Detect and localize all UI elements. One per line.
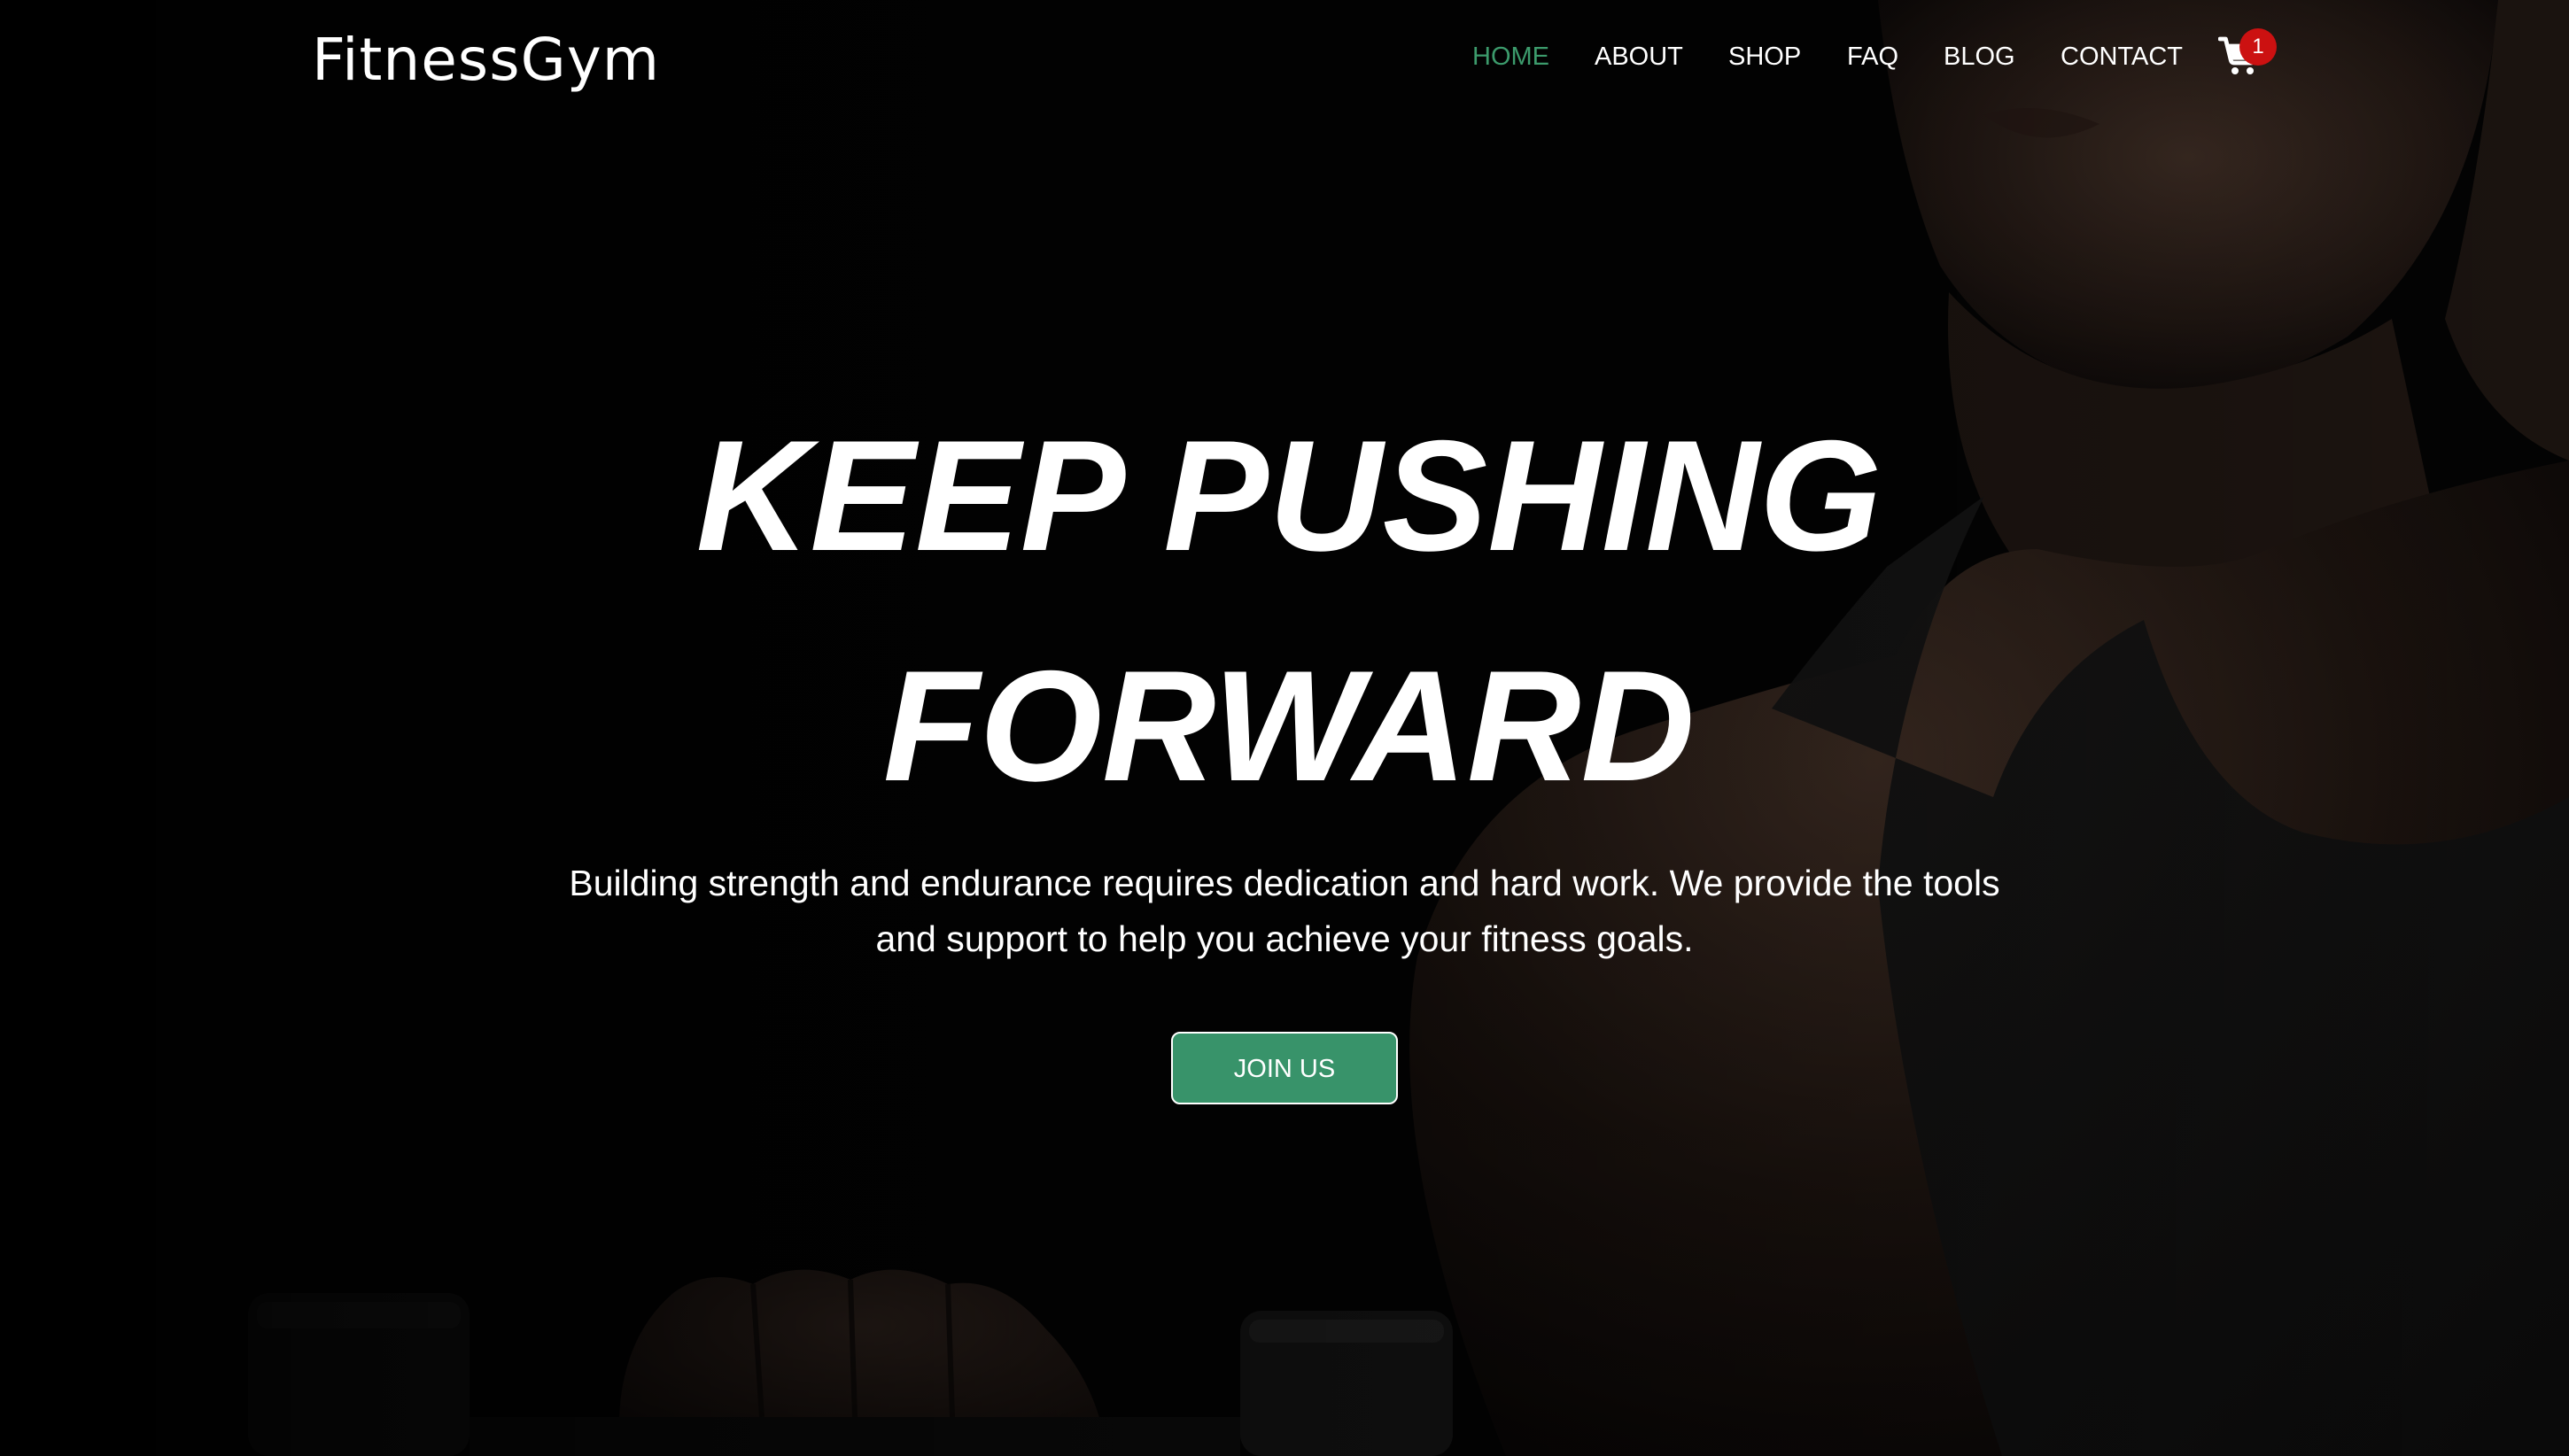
nav-item-shop[interactable]: SHOP	[1728, 39, 1801, 74]
hero-title: KEEP PUSHING FORWARD	[0, 381, 2569, 841]
join-us-button[interactable]: JOIN US	[1171, 1032, 1398, 1104]
cart-button[interactable]: 1	[2215, 28, 2277, 81]
nav-item-about[interactable]: ABOUT	[1595, 39, 1683, 74]
site-header: FitnessGym HOME ABOUT SHOP FAQ BLOG CONT…	[0, 0, 2569, 115]
nav-item-faq[interactable]: FAQ	[1847, 39, 1898, 74]
landing-page: FitnessGym HOME ABOUT SHOP FAQ BLOG CONT…	[0, 0, 2569, 1456]
main-nav: HOME ABOUT SHOP FAQ BLOG CONTACT	[0, 39, 2569, 74]
hero-title-line-2: FORWARD	[882, 638, 1696, 814]
hero-title-line-1: KEEP PUSHING	[695, 407, 1882, 584]
hero-description: Building strength and endurance requires…	[569, 863, 2000, 959]
nav-item-home[interactable]: HOME	[1472, 39, 1549, 74]
nav-item-blog[interactable]: BLOG	[1944, 39, 2015, 74]
cart-count-badge: 1	[2239, 28, 2277, 66]
nav-item-contact[interactable]: CONTACT	[2061, 39, 2183, 74]
